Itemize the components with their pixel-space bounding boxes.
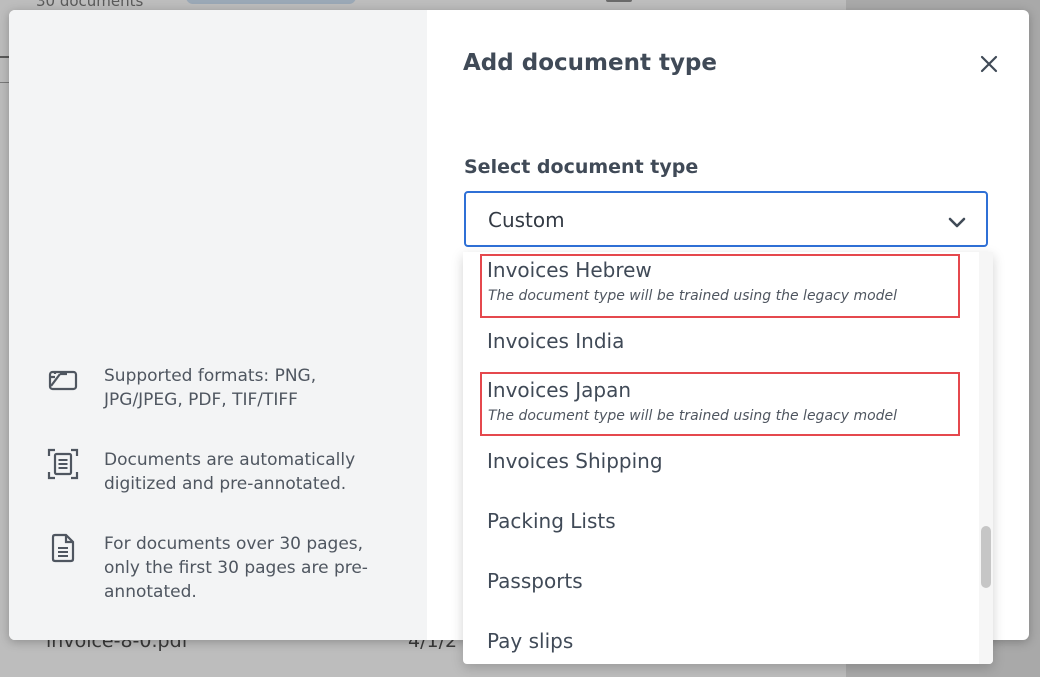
document-type-label: Select document type <box>464 156 699 178</box>
background-divider <box>0 82 9 83</box>
document-type-dropdown: Invoices Hebrew The document type will b… <box>463 252 993 664</box>
background-pill <box>186 0 356 4</box>
close-button[interactable] <box>977 52 1001 76</box>
background-document-count: 30 documents <box>36 0 144 10</box>
dialog-info-panel: Supported formats: PNG, JPG/JPEG, PDF, T… <box>9 10 427 640</box>
option-passports[interactable]: Passports <box>463 560 973 620</box>
dropdown-scrollbar-track[interactable] <box>979 252 993 664</box>
document-type-select[interactable]: Custom <box>464 191 988 247</box>
option-pay-slips[interactable]: Pay slips <box>463 620 973 664</box>
close-icon <box>980 55 998 73</box>
info-text-digitized: Documents are automatically digitized an… <box>104 450 356 494</box>
document-type-select-value: Custom <box>488 208 565 232</box>
option-invoices-hebrew[interactable]: Invoices Hebrew The document type will b… <box>463 252 973 320</box>
document-icon <box>47 532 79 564</box>
option-label: Invoices India <box>487 329 625 353</box>
chevron-down-icon <box>946 211 968 233</box>
option-invoices-india[interactable]: Invoices India <box>463 320 973 372</box>
dialog-title: Add document type <box>463 50 717 76</box>
background-icon <box>606 0 632 2</box>
option-label: Passports <box>487 569 583 593</box>
info-row-digitized: Documents are automatically digitized an… <box>47 448 387 496</box>
option-label: Invoices Shipping <box>487 449 663 473</box>
info-text-page-limit: For documents over 30 pages, only the fi… <box>104 534 368 602</box>
option-label: Pay slips <box>487 629 574 653</box>
option-label: Invoices Japan <box>487 378 632 402</box>
option-label: Invoices Hebrew <box>487 258 652 282</box>
option-invoices-shipping[interactable]: Invoices Shipping <box>463 440 973 500</box>
option-label: Packing Lists <box>487 509 616 533</box>
info-row-formats: Supported formats: PNG, JPG/JPEG, PDF, T… <box>47 364 387 412</box>
image-format-icon <box>47 364 79 396</box>
background-divider <box>0 56 9 58</box>
dropdown-scrollbar-thumb[interactable] <box>981 526 991 588</box>
option-invoices-japan[interactable]: Invoices Japan The document type will be… <box>463 372 973 440</box>
option-note: The document type will be trained using … <box>488 408 898 424</box>
option-packing-lists[interactable]: Packing Lists <box>463 500 973 560</box>
scan-document-icon <box>47 448 79 480</box>
info-text-formats: Supported formats: PNG, JPG/JPEG, PDF, T… <box>104 366 317 410</box>
option-note: The document type will be trained using … <box>488 288 898 304</box>
info-row-page-limit: For documents over 30 pages, only the fi… <box>47 532 387 604</box>
